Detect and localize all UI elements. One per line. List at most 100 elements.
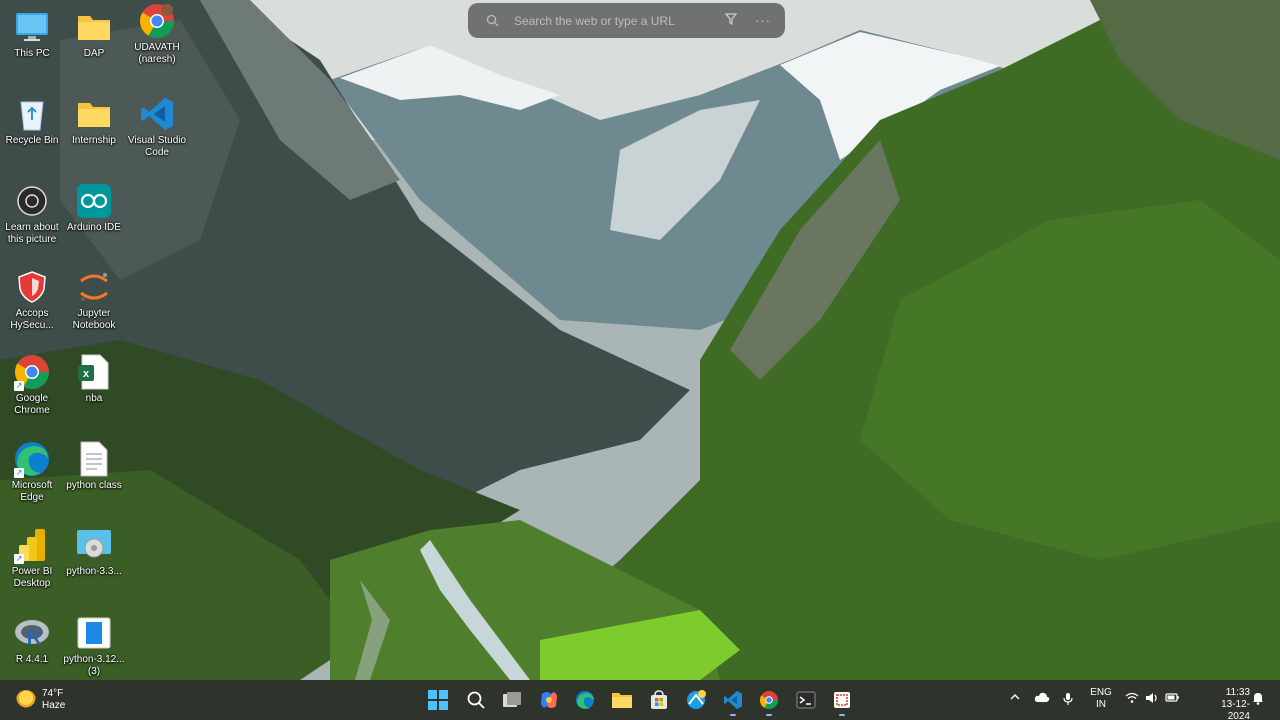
- clock-date: 13-12-2024: [1221, 699, 1250, 720]
- chrome-profile-icon: [138, 2, 176, 40]
- task-view-icon: [503, 692, 521, 707]
- desktop-icon-label: python-3.12... (3): [63, 654, 125, 677]
- desktop-icon-label: python class: [66, 480, 122, 491]
- taskbar-app-button[interactable]: [684, 688, 708, 712]
- terminal-icon: [796, 691, 816, 709]
- more-options-icon[interactable]: ···: [755, 13, 771, 28]
- desktop-icon-label: Arduino IDE: [67, 222, 121, 233]
- desktop-icon-label: Recycle Bin: [5, 135, 59, 146]
- battery-button[interactable]: [1165, 692, 1179, 705]
- desktop-icon-arduino[interactable]: Arduino IDE: [62, 182, 126, 234]
- desktop-icon-this-pc[interactable]: This PC: [0, 8, 64, 60]
- microphone-button[interactable]: [1062, 692, 1074, 709]
- microsoft-store-button[interactable]: [647, 688, 671, 712]
- search-icon: [467, 691, 485, 709]
- taskbar-search-button[interactable]: [464, 688, 488, 712]
- jupyter-icon: [75, 268, 113, 306]
- desktop-icon-dap[interactable]: DAP: [62, 8, 126, 60]
- search-input[interactable]: Search the web or type a URL: [514, 14, 725, 28]
- running-indicator: [730, 714, 736, 716]
- taskbar-chrome-button[interactable]: [757, 688, 781, 716]
- task-view-button[interactable]: [500, 688, 524, 712]
- start-button[interactable]: [426, 688, 450, 712]
- shortcut-arrow-icon: ↗: [14, 554, 24, 564]
- taskbar-edge-button[interactable]: [573, 688, 597, 712]
- svg-text:R: R: [27, 627, 42, 649]
- installer-icon: [75, 614, 113, 652]
- installer-icon: [75, 526, 113, 564]
- desktop-icon-power-bi[interactable]: ↗ Power BI Desktop: [0, 526, 64, 590]
- store-icon: [651, 690, 667, 709]
- volume-icon: [1146, 693, 1157, 703]
- desktop-icon-label: Accops HySecu...: [10, 308, 54, 331]
- desktop-icon-python-installer[interactable]: python-3.3...: [62, 526, 126, 578]
- camera-icon: [13, 182, 51, 220]
- shield-icon: [13, 268, 51, 306]
- shortcut-arrow-icon: ↗: [14, 468, 24, 478]
- desktop-icon-python-installer-3[interactable]: python-3.12... (3): [62, 614, 126, 678]
- wifi-button[interactable]: [1125, 692, 1139, 706]
- volume-button[interactable]: [1145, 692, 1159, 707]
- system-clock[interactable]: 11:33 13-12-2024: [1212, 687, 1250, 720]
- show-hidden-icons-button[interactable]: [1010, 692, 1020, 705]
- desktop-icon-internship[interactable]: Internship: [62, 95, 126, 147]
- desktop-icon-label: nba: [85, 393, 103, 404]
- desktop-icon-google-chrome[interactable]: ↗ Google Chrome: [0, 353, 64, 417]
- shortcut-arrow-icon: ↗: [14, 381, 24, 391]
- taskbar-terminal-button[interactable]: [794, 688, 818, 712]
- document-icon: [75, 440, 113, 478]
- desktop-icon-r[interactable]: R R 4.4.1: [0, 614, 64, 666]
- visual-search-icon[interactable]: [724, 13, 738, 28]
- monitor-icon: [13, 8, 51, 46]
- clock-time: 11:33: [1225, 687, 1250, 698]
- desktop-icon-learn-about-picture[interactable]: Learn about this picture: [0, 182, 64, 246]
- desktop-icon-label: This PC: [14, 48, 50, 59]
- snipping-tool-icon: [834, 692, 850, 708]
- desktop-icon-label: Visual Studio Code: [127, 135, 187, 158]
- taskbar-snipping-button[interactable]: [830, 688, 854, 716]
- copilot-button[interactable]: [537, 688, 561, 712]
- desktop-icon-python-class[interactable]: python class: [62, 440, 126, 492]
- weather-description: Haze: [42, 700, 66, 711]
- weather-widget[interactable]: 74°F Haze: [16, 688, 65, 712]
- vscode-icon: [724, 691, 742, 709]
- powerbi-icon: ↗: [13, 526, 51, 564]
- taskbar-vscode-button[interactable]: [721, 688, 745, 716]
- desktop-icon-label: python-3.3...: [66, 566, 122, 577]
- excel-icon: x: [75, 353, 113, 391]
- battery-icon: [1165, 693, 1179, 702]
- desktop-icon-label: Jupyter Notebook: [72, 308, 116, 331]
- cloud-icon: [1034, 692, 1050, 702]
- notifications-button[interactable]: [1252, 692, 1264, 708]
- desktop-icon-recycle-bin[interactable]: Recycle Bin: [0, 95, 64, 147]
- folder-icon: [612, 693, 632, 708]
- desktop-icon-label: Learn about this picture: [5, 222, 59, 245]
- onedrive-button[interactable]: [1034, 692, 1050, 706]
- wifi-icon: [1125, 692, 1139, 703]
- weather-temperature: 74°F: [42, 688, 64, 699]
- file-explorer-button[interactable]: [610, 688, 634, 712]
- chrome-icon: ↗: [13, 353, 51, 391]
- taskbar: 74°F Haze ENG IN 11:33 13-12-2024: [0, 680, 1280, 720]
- web-search-bar[interactable]: Search the web or type a URL ···: [468, 3, 785, 38]
- desktop-icon-udavath[interactable]: UDAVATH (naresh): [125, 2, 189, 66]
- vscode-icon: [138, 95, 176, 133]
- language-code: ENG: [1090, 687, 1112, 698]
- weather-sun-icon: [16, 690, 36, 710]
- windows-logo-icon: [428, 690, 448, 710]
- desktop-icon-nba[interactable]: x nba: [62, 353, 126, 405]
- desktop-icon-label: DAP: [83, 48, 105, 59]
- app-icon: [687, 690, 706, 709]
- desktop-icon-label: UDAVATH (naresh): [134, 42, 180, 65]
- desktop-icon-vscode[interactable]: Visual Studio Code: [125, 95, 189, 159]
- desktop-icon-accops[interactable]: Accops HySecu...: [0, 268, 64, 332]
- running-indicator: [839, 714, 845, 716]
- desktop-icon-label: Power BI Desktop: [11, 566, 53, 589]
- input-language-indicator[interactable]: ENG IN: [1090, 687, 1112, 711]
- folder-icon: [75, 95, 113, 133]
- edge-icon: [576, 691, 594, 709]
- chevron-up-icon: [1010, 694, 1020, 700]
- desktop-icon-microsoft-edge[interactable]: ↗ Microsoft Edge: [0, 440, 64, 504]
- desktop-icon-jupyter[interactable]: Jupyter Notebook: [62, 268, 126, 332]
- running-indicator: [766, 714, 772, 716]
